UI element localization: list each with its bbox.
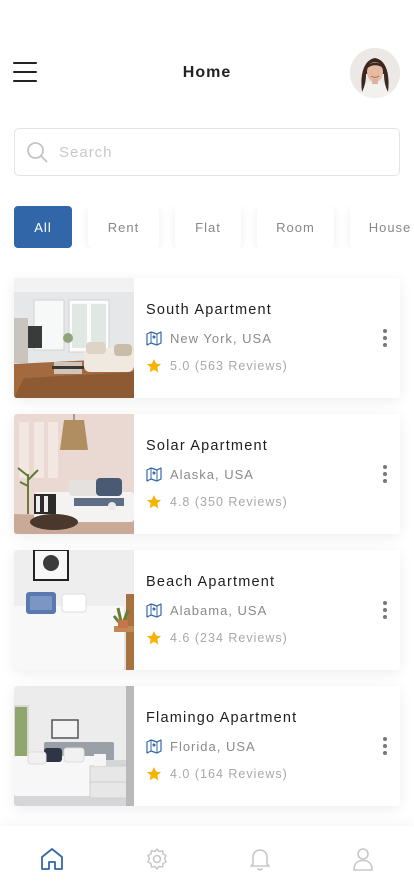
listing-location-text: Alabama, USA <box>170 602 268 618</box>
more-dot-icon <box>383 329 387 333</box>
filter-chip-flat[interactable]: Flat <box>175 206 241 248</box>
listing-name: Beach Apartment <box>146 574 276 590</box>
more-dot-icon <box>383 608 387 612</box>
listing-rating: 4.6 (234 Reviews) <box>146 630 288 646</box>
more-dot-icon <box>383 472 387 476</box>
more-dot-icon <box>383 465 387 469</box>
listing-photo <box>14 686 134 806</box>
bell-icon <box>250 849 270 871</box>
rating-value: 5.0 <box>170 359 191 373</box>
rating-value: 4.8 <box>170 495 191 509</box>
avatar-portrait-icon <box>350 48 400 98</box>
listing-location: Florida, USA <box>146 738 256 754</box>
map-icon <box>146 739 162 754</box>
listing-name: Flamingo Apartment <box>146 710 298 726</box>
search-input[interactable] <box>59 143 359 161</box>
search-icon <box>27 142 48 163</box>
user-icon <box>353 848 373 871</box>
rating-value: 4.6 <box>170 631 191 645</box>
listing-rating: 4.8 (350 Reviews) <box>146 494 288 510</box>
listing-photo <box>14 414 134 534</box>
gear-icon <box>147 848 167 870</box>
listing-location-text: Alaska, USA <box>170 466 254 482</box>
nav-settings-button[interactable] <box>144 846 170 872</box>
map-icon <box>146 467 162 482</box>
listing-name: South Apartment <box>146 302 273 318</box>
more-dot-icon <box>383 336 387 340</box>
nav-home-button[interactable] <box>39 846 65 872</box>
listing-location-text: New York, USA <box>170 330 272 346</box>
more-dot-icon <box>383 615 387 619</box>
filter-chip-house[interactable]: House <box>350 206 414 248</box>
listing-location-text: Florida, USA <box>170 738 256 754</box>
listing-card[interactable]: Beach Apartment Alabama, USA 4.6 (234 Re… <box>14 550 400 670</box>
more-options-button[interactable] <box>378 462 392 486</box>
more-dot-icon <box>383 343 387 347</box>
listing-card[interactable]: Flamingo Apartment Florida, USA 4.0 (164… <box>14 686 400 806</box>
review-count: (563 Reviews) <box>194 359 288 373</box>
user-avatar[interactable] <box>350 48 400 98</box>
review-count: (234 Reviews) <box>194 631 288 645</box>
listing-photo <box>14 278 134 398</box>
listing-card[interactable]: South Apartment New York, USA 5.0 (563 R… <box>14 278 400 398</box>
review-count: (164 Reviews) <box>194 767 288 781</box>
nav-notifications-button[interactable] <box>247 846 273 872</box>
filter-chip-all[interactable]: All <box>14 206 72 248</box>
listing-photo <box>14 550 134 670</box>
bottom-nav <box>0 826 414 896</box>
filter-chips: All Rent Flat Room House <box>14 206 414 248</box>
review-count: (350 Reviews) <box>194 495 288 509</box>
star-icon <box>147 495 161 509</box>
home-icon <box>41 848 63 870</box>
listing-rating: 5.0 (563 Reviews) <box>146 358 288 374</box>
more-dot-icon <box>383 744 387 748</box>
listing-card[interactable]: Solar Apartment Alaska, USA 4.8 (350 Rev… <box>14 414 400 534</box>
filter-chip-room[interactable]: Room <box>257 206 334 248</box>
more-options-button[interactable] <box>378 734 392 758</box>
listing-location: New York, USA <box>146 330 272 346</box>
listing-rating: 4.0 (164 Reviews) <box>146 766 288 782</box>
star-icon <box>147 767 161 781</box>
map-icon <box>146 331 162 346</box>
nav-profile-button[interactable] <box>350 846 376 872</box>
more-dot-icon <box>383 737 387 741</box>
map-icon <box>146 603 162 618</box>
listing-location: Alabama, USA <box>146 602 267 618</box>
more-dot-icon <box>383 601 387 605</box>
listing-name: Solar Apartment <box>146 438 268 454</box>
search-bar[interactable] <box>14 128 400 176</box>
rating-value: 4.0 <box>170 767 191 781</box>
listing-location: Alaska, USA <box>146 466 254 482</box>
more-dot-icon <box>383 751 387 755</box>
more-dot-icon <box>383 479 387 483</box>
star-icon <box>147 631 161 645</box>
more-options-button[interactable] <box>378 598 392 622</box>
app-header: Home <box>0 0 414 120</box>
more-options-button[interactable] <box>378 326 392 350</box>
filter-chip-rent[interactable]: Rent <box>88 206 159 248</box>
star-icon <box>147 359 161 373</box>
